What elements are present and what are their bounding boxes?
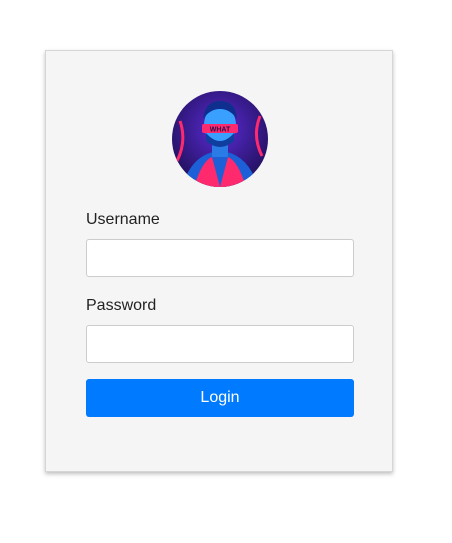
avatar-visor-text: WHAT: [210, 127, 231, 134]
login-card: WHAT Username Password Login: [45, 50, 393, 472]
password-input[interactable]: [86, 325, 354, 363]
username-input[interactable]: [86, 239, 354, 277]
username-label: Username: [86, 211, 160, 228]
login-button[interactable]: Login: [86, 379, 354, 417]
avatar: WHAT: [172, 91, 268, 187]
password-label: Password: [86, 297, 157, 314]
avatar-icon: WHAT: [172, 91, 268, 187]
